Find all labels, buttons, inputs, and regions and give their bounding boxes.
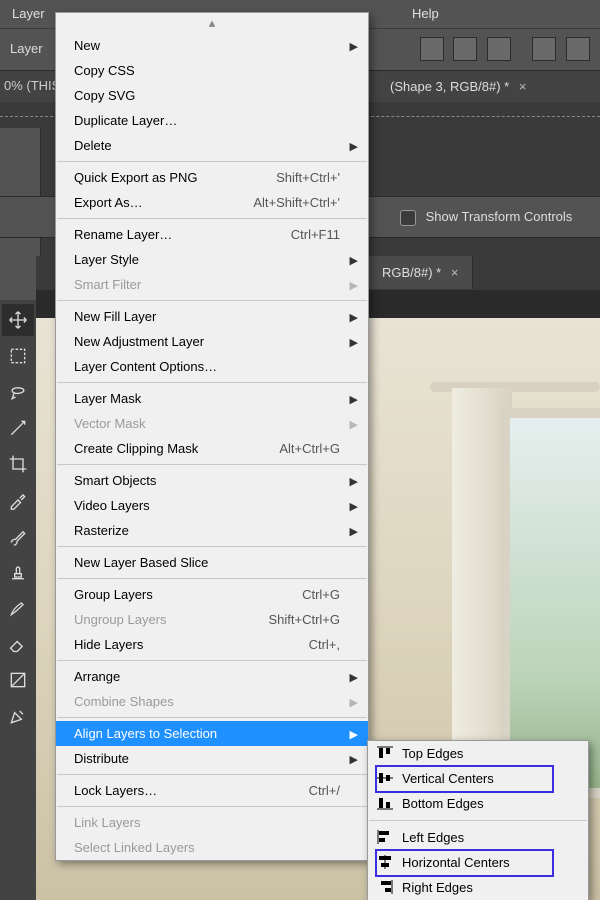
menu-rename-layer[interactable]: Rename Layer…Ctrl+F11 xyxy=(56,222,368,247)
menu-layer[interactable]: Layer xyxy=(0,0,57,27)
align-submenu: Top Edges Vertical Centers Bottom Edges … xyxy=(367,740,589,900)
menu-layer-style[interactable]: Layer Style▶ xyxy=(56,247,368,272)
pen-tool[interactable] xyxy=(2,700,34,732)
menu-group-layers[interactable]: Group LayersCtrl+G xyxy=(56,582,368,607)
menu-layer-content-options[interactable]: Layer Content Options… xyxy=(56,354,368,379)
layer-label: Layer xyxy=(10,41,43,56)
menu-link-layers: Link Layers xyxy=(56,810,368,835)
align-vcenter-icon[interactable] xyxy=(453,37,477,61)
document-tab-2-title: RGB/8#) * xyxy=(382,265,441,280)
history-brush-tool[interactable] xyxy=(2,592,34,624)
document-tab[interactable]: (Shape 3, RGB/8#) * × xyxy=(380,71,536,102)
menu-arrange[interactable]: Arrange▶ xyxy=(56,664,368,689)
menu-video-layers[interactable]: Video Layers▶ xyxy=(56,493,368,518)
align-icon-group xyxy=(414,37,591,64)
checkbox-icon[interactable] xyxy=(400,210,416,226)
align-bottom-icon[interactable] xyxy=(487,37,511,61)
menu-copy-css[interactable]: Copy CSS xyxy=(56,58,368,83)
align-top-icon[interactable] xyxy=(420,37,444,61)
menu-combine-shapes: Combine Shapes▶ xyxy=(56,689,368,714)
submenu-right-edges[interactable]: Right Edges xyxy=(368,875,588,900)
close-icon[interactable]: × xyxy=(519,79,527,94)
wand-tool[interactable] xyxy=(2,412,34,444)
align-right-edges-icon xyxy=(376,879,394,895)
zoom-label: 0% (THIS xyxy=(4,78,60,93)
menu-lock-layers[interactable]: Lock Layers…Ctrl+/ xyxy=(56,778,368,803)
document-tab-title: (Shape 3, RGB/8#) * xyxy=(390,79,509,94)
align-left-edges-icon xyxy=(376,829,394,845)
lasso-tool[interactable] xyxy=(2,376,34,408)
submenu-top-edges[interactable]: Top Edges xyxy=(368,741,588,766)
menu-vector-mask: Vector Mask▶ xyxy=(56,411,368,436)
menu-quick-export[interactable]: Quick Export as PNGShift+Ctrl+' xyxy=(56,165,368,190)
menu-align-layers-to-selection[interactable]: Align Layers to Selection▶ xyxy=(56,721,368,746)
crop-tool[interactable] xyxy=(2,448,34,480)
submenu-vertical-centers[interactable]: Vertical Centers xyxy=(368,766,588,791)
brush-tool[interactable] xyxy=(2,520,34,552)
document-tab-2[interactable]: RGB/8#) * × xyxy=(368,256,473,289)
menu-help[interactable]: Help xyxy=(400,0,451,27)
menu-distribute[interactable]: Distribute▶ xyxy=(56,746,368,771)
menu-new[interactable]: New▶ xyxy=(56,33,368,58)
menu-smart-filter: Smart Filter▶ xyxy=(56,272,368,297)
marquee-tool[interactable] xyxy=(2,340,34,372)
menu-delete[interactable]: Delete▶ xyxy=(56,133,368,158)
submenu-horizontal-centers[interactable]: Horizontal Centers xyxy=(368,850,588,875)
menu-new-fill-layer[interactable]: New Fill Layer▶ xyxy=(56,304,368,329)
align-horizontal-centers-icon xyxy=(376,854,394,870)
menu-export-as[interactable]: Export As…Alt+Shift+Ctrl+' xyxy=(56,190,368,215)
align-vertical-centers-icon xyxy=(376,770,394,786)
menu-smart-objects[interactable]: Smart Objects▶ xyxy=(56,468,368,493)
menu-scroll-up-icon[interactable]: ▴ xyxy=(56,13,368,33)
menu-ungroup-layers: Ungroup LayersShift+Ctrl+G xyxy=(56,607,368,632)
gradient-tool[interactable] xyxy=(2,664,34,696)
eyedropper-tool[interactable] xyxy=(2,484,34,516)
menu-hide-layers[interactable]: Hide LayersCtrl+, xyxy=(56,632,368,657)
menu-new-adjustment-layer[interactable]: New Adjustment Layer▶ xyxy=(56,329,368,354)
show-transform-label: Show Transform Controls xyxy=(426,209,573,224)
menu-rasterize[interactable]: Rasterize▶ xyxy=(56,518,368,543)
menu-new-layer-based-slice[interactable]: New Layer Based Slice xyxy=(56,550,368,575)
close-icon[interactable]: × xyxy=(451,265,459,280)
layer-menu: ▴ New▶ Copy CSS Copy SVG Duplicate Layer… xyxy=(55,12,369,861)
menu-create-clipping-mask[interactable]: Create Clipping MaskAlt+Ctrl+G xyxy=(56,436,368,461)
eraser-tool[interactable] xyxy=(2,628,34,660)
menu-layer-mask[interactable]: Layer Mask▶ xyxy=(56,386,368,411)
align-hcenter-icon[interactable] xyxy=(566,37,590,61)
tools-panel xyxy=(0,300,37,900)
stamp-tool[interactable] xyxy=(2,556,34,588)
menu-duplicate-layer[interactable]: Duplicate Layer… xyxy=(56,108,368,133)
move-tool[interactable] xyxy=(2,304,34,336)
align-top-edges-icon xyxy=(376,745,394,761)
align-left-icon[interactable] xyxy=(532,37,556,61)
menu-select-linked-layers: Select Linked Layers xyxy=(56,835,368,860)
align-bottom-edges-icon xyxy=(376,795,394,811)
menu-copy-svg[interactable]: Copy SVG xyxy=(56,83,368,108)
show-transform-checkbox[interactable]: Show Transform Controls xyxy=(400,209,572,226)
submenu-bottom-edges[interactable]: Bottom Edges xyxy=(368,791,588,816)
submenu-left-edges[interactable]: Left Edges xyxy=(368,825,588,850)
